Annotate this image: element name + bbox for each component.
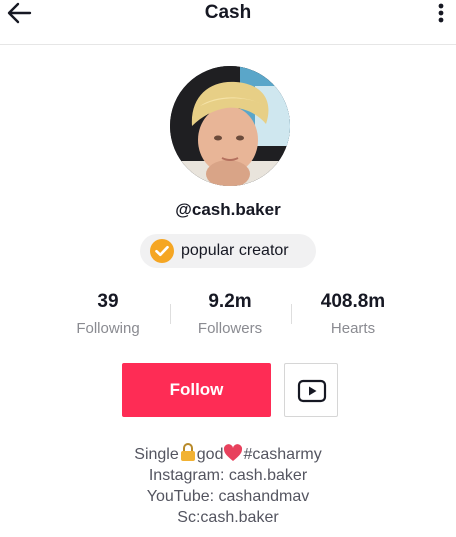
bio-line-4: Sc:cash.baker	[177, 509, 279, 526]
page-title: Cash	[204, 2, 252, 23]
top-bar: Cash	[0, 0, 456, 45]
bio-text: Single	[134, 446, 179, 463]
check-badge-icon	[150, 239, 174, 263]
stat-value: 9.2m	[208, 291, 252, 312]
stat-followers[interactable]: 9.2m Followers	[160, 290, 300, 337]
lock-icon	[180, 443, 195, 461]
bio-text: #casharmy	[243, 446, 322, 463]
stat-value: 408.8m	[320, 291, 386, 312]
stat-following[interactable]: 39 Following	[38, 290, 178, 337]
stat-label: Following	[76, 320, 140, 337]
stat-label: Followers	[197, 320, 263, 337]
bio-text: god	[196, 446, 224, 463]
bio-line-1: Single god #casharmy	[0, 442, 456, 465]
bio-line-3: YouTube: cashandmav	[146, 488, 310, 505]
stat-hearts: 408.8m Hearts	[283, 290, 423, 337]
more-vertical-icon	[438, 3, 444, 23]
badge-label: popular creator	[181, 242, 289, 259]
heart-icon	[224, 444, 243, 461]
avatar-photo	[170, 66, 290, 186]
youtube-button[interactable]	[284, 363, 338, 417]
stat-value: 39	[97, 291, 119, 312]
popular-creator-badge: popular creator	[140, 234, 316, 268]
avatar[interactable]	[170, 66, 290, 186]
bio: Single god #casharmy Instagram: cash.bak…	[0, 442, 456, 528]
follow-button[interactable]: Follow	[122, 363, 271, 417]
more-options-button[interactable]	[434, 0, 448, 28]
youtube-icon	[297, 379, 327, 403]
bio-line-2: Instagram: cash.baker	[148, 467, 308, 484]
stat-label: Hearts	[330, 320, 376, 337]
profile-handle: @cash.baker	[175, 200, 281, 219]
